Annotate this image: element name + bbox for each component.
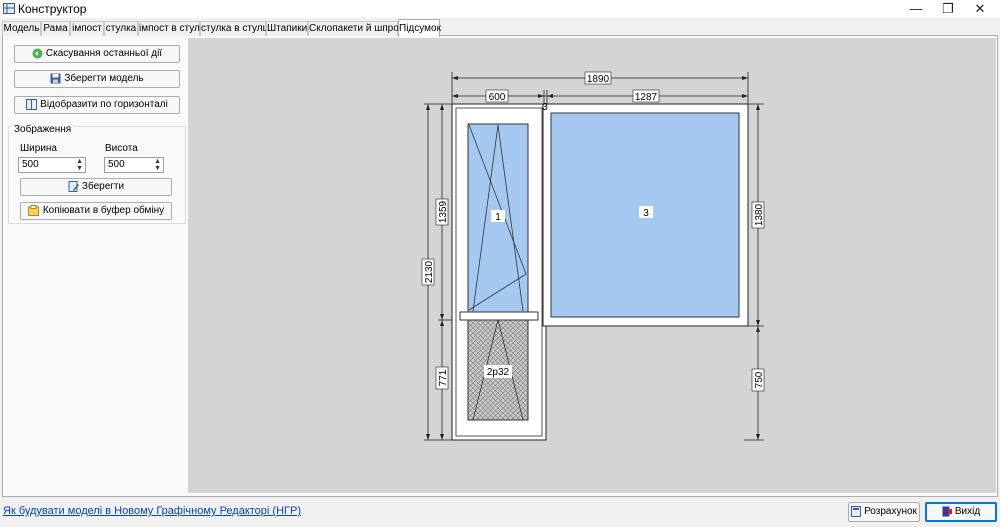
minimize-button[interactable]: — bbox=[900, 0, 932, 18]
exit-button[interactable]: Вихід bbox=[925, 502, 997, 522]
mirror-label: Відобразити по горизонталі bbox=[40, 99, 168, 110]
window-drawing: 1 3 2р32 1890 600 1287 3 2130 1359 771 1… bbox=[421, 71, 765, 441]
close-button[interactable]: ✕ bbox=[964, 0, 996, 18]
pane-3-label: 3 bbox=[643, 208, 649, 219]
maximize-button[interactable]: ❐ bbox=[932, 0, 964, 18]
dim-door-lower: 771 bbox=[438, 369, 449, 386]
drawing-canvas[interactable]: 1 3 2р32 1890 600 1287 3 2130 1359 771 1… bbox=[188, 38, 996, 493]
width-label: Ширина bbox=[20, 143, 57, 154]
undo-label: Скасування останньої дії bbox=[45, 48, 163, 59]
title-bar: Конструктор — ❐ ✕ bbox=[0, 0, 1000, 18]
image-width-stepper[interactable]: 500 ▲ ▼ bbox=[18, 157, 86, 173]
help-link[interactable]: Як будувати моделі в Новому Графічному Р… bbox=[3, 505, 301, 517]
tab-beads[interactable]: Штапики bbox=[266, 21, 308, 36]
tab-frame[interactable]: Рама bbox=[41, 21, 70, 36]
image-width-value: 500 bbox=[22, 159, 39, 170]
mirror-icon bbox=[26, 98, 38, 110]
save-model-button[interactable]: Зберегти модель bbox=[14, 70, 180, 88]
dim-right-width: 1287 bbox=[635, 92, 658, 103]
tab-bar: Модель Рама імпост стулка імпост в стулц… bbox=[0, 19, 1000, 37]
stepper-arrows-icon[interactable]: ▲ ▼ bbox=[76, 158, 83, 172]
door-transom bbox=[459, 311, 539, 321]
copy-to-clipboard-button[interactable]: Копіювати в буфер обміну bbox=[20, 202, 172, 220]
dim-window-height: 1380 bbox=[754, 203, 765, 226]
save-image-button[interactable]: Зберегти bbox=[20, 178, 172, 196]
calculate-button[interactable]: Розрахунок bbox=[848, 502, 920, 522]
dim-door-upper: 1359 bbox=[438, 200, 449, 223]
exit-label: Вихід bbox=[954, 506, 981, 517]
undo-button[interactable]: Скасування останньої дії bbox=[14, 45, 180, 63]
tab-summary[interactable]: Підсумок bbox=[398, 19, 441, 37]
dim-total-height: 2130 bbox=[424, 260, 435, 283]
clipboard-icon bbox=[27, 204, 39, 216]
calculator-icon bbox=[851, 505, 862, 517]
save-file-icon bbox=[68, 180, 79, 192]
image-group-title: Зображення bbox=[12, 124, 74, 135]
calculate-label: Розрахунок bbox=[864, 506, 917, 517]
image-height-stepper[interactable]: 500 ▲ ▼ bbox=[104, 157, 164, 173]
dim-mullion: 3 bbox=[542, 102, 548, 113]
pane-1-label: 1 bbox=[495, 212, 501, 223]
dim-total-width: 1890 bbox=[587, 74, 610, 85]
floppy-disk-icon bbox=[50, 73, 61, 84]
height-label: Висота bbox=[105, 143, 138, 154]
copy-label: Копіювати в буфер обміну bbox=[42, 205, 165, 216]
stepper-arrows-icon[interactable]: ▲ ▼ bbox=[154, 158, 161, 172]
window-title: Конструктор bbox=[18, 2, 87, 16]
exit-door-icon bbox=[942, 506, 952, 517]
tab-model[interactable]: Модель bbox=[2, 21, 41, 36]
image-height-value: 500 bbox=[108, 159, 125, 170]
save-model-label: Зберегти модель bbox=[64, 73, 144, 84]
tab-mullion-in-sash[interactable]: імпост в стулці bbox=[138, 21, 208, 36]
tab-sash[interactable]: стулка bbox=[104, 21, 138, 36]
tab-sash-in-sash[interactable]: стулка в стулці bbox=[200, 21, 271, 36]
save-image-label: Зберегти bbox=[81, 181, 125, 192]
undo-icon bbox=[32, 48, 43, 59]
dim-window-bottom: 750 bbox=[754, 371, 765, 388]
app-icon bbox=[3, 3, 15, 14]
panel-label: 2р32 bbox=[487, 367, 510, 378]
mirror-horizontal-button[interactable]: Відобразити по горизонталі bbox=[14, 96, 180, 114]
tab-glazing[interactable]: Склопакети й шпроси bbox=[308, 21, 409, 36]
dim-left-width: 600 bbox=[489, 92, 506, 103]
tab-mullion[interactable]: імпост bbox=[70, 21, 104, 36]
